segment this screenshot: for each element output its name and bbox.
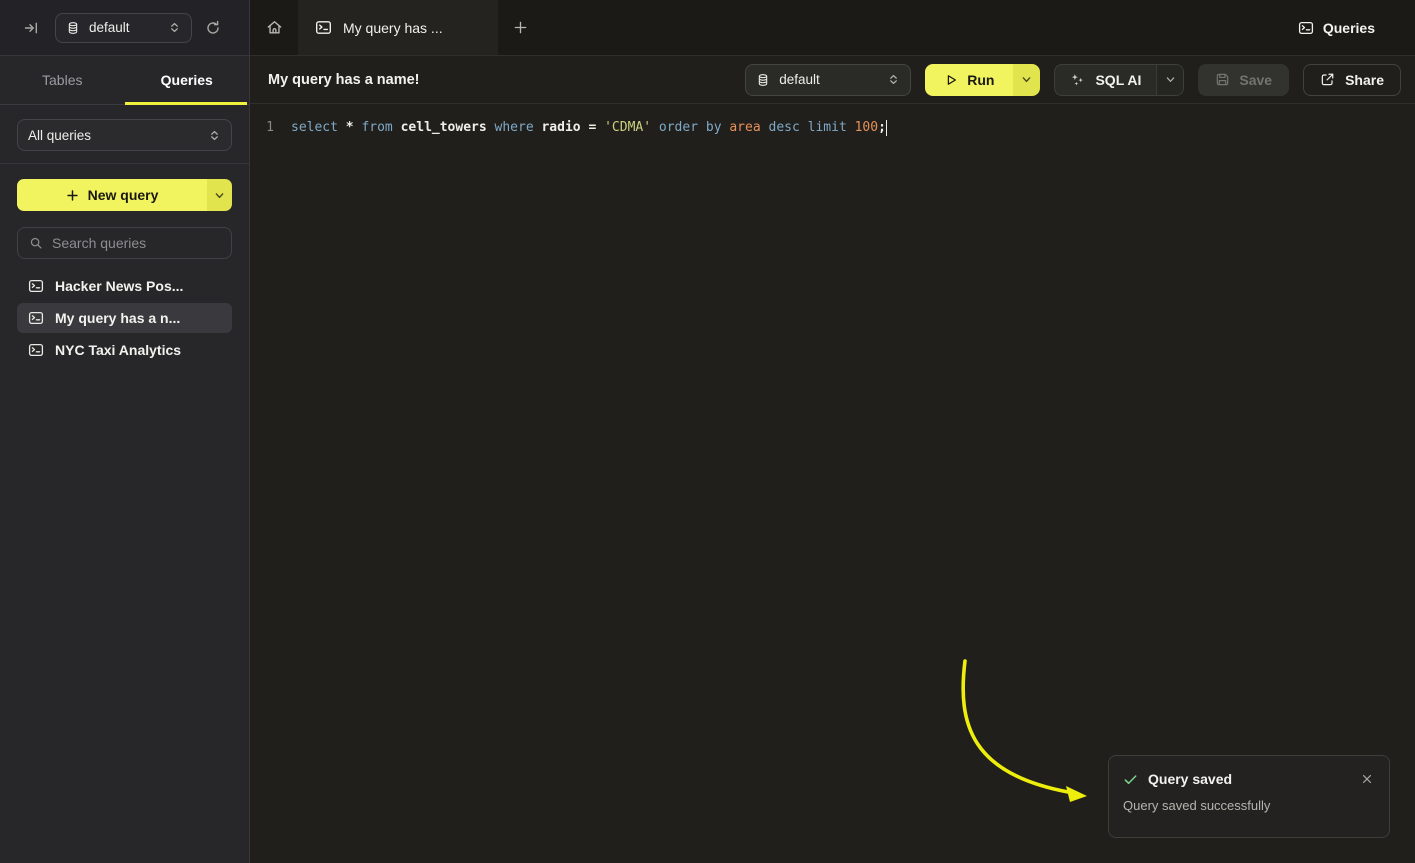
sql-editor[interactable]: 1 select * from cell_towers where radio … — [250, 104, 1415, 138]
new-query-label: New query — [88, 187, 159, 203]
query-tab[interactable]: My query has ... — [298, 0, 498, 55]
share-icon — [1320, 72, 1335, 87]
code-line-content: select * from cell_towers where radio = … — [291, 120, 886, 135]
check-icon — [1123, 772, 1138, 787]
collapse-sidebar-button[interactable] — [24, 20, 40, 36]
sidebar-tab-queries[interactable]: Queries — [125, 56, 250, 104]
new-tab-button[interactable] — [498, 0, 542, 55]
home-icon — [266, 19, 283, 36]
search-icon — [29, 236, 43, 250]
toast-title: Query saved — [1148, 771, 1349, 787]
query-list: Hacker News Pos... My query has a n... N… — [17, 271, 232, 365]
chevron-down-icon — [1165, 74, 1176, 85]
sidebar: Tables Queries All queries — [0, 56, 250, 863]
database-selector-value: default — [89, 20, 159, 35]
sidebar-divider — [0, 163, 249, 164]
text-cursor — [886, 120, 888, 136]
chevron-updown-icon — [208, 129, 221, 142]
new-query-button[interactable]: New query — [17, 179, 207, 211]
database-selector[interactable]: default — [55, 13, 192, 43]
query-filter-select[interactable]: All queries — [17, 119, 232, 151]
refresh-icon — [205, 20, 221, 36]
query-list-item-label: My query has a n... — [55, 310, 180, 326]
top-bar: default — [0, 0, 1415, 56]
toast-header: Query saved — [1123, 771, 1375, 787]
run-label: Run — [967, 72, 994, 88]
save-label: Save — [1239, 72, 1272, 88]
run-database-value: default — [779, 72, 878, 87]
database-icon — [66, 21, 80, 35]
share-label: Share — [1345, 72, 1384, 88]
sql-ai-split-button: SQL AI — [1054, 64, 1184, 96]
queries-menu-label: Queries — [1323, 20, 1375, 36]
terminal-icon — [28, 342, 44, 358]
run-caret-button[interactable] — [1013, 64, 1040, 96]
queries-menu-button[interactable]: Queries — [1298, 0, 1375, 55]
top-bar-right: My query has ... Queries — [250, 0, 1415, 56]
toast-message: Query saved successfully — [1123, 798, 1375, 813]
run-button[interactable]: Run — [925, 64, 1013, 96]
chevron-down-icon — [214, 190, 225, 201]
plus-icon — [513, 20, 528, 35]
play-icon — [944, 73, 958, 87]
chevron-updown-icon — [887, 73, 900, 86]
search-queries-input[interactable] — [52, 235, 220, 251]
plus-icon — [66, 189, 79, 202]
main-panel: My query has a name! default — [250, 56, 1415, 863]
top-bar-left: default — [0, 0, 250, 56]
toast-notification: Query saved Query saved successfully — [1108, 755, 1390, 838]
query-list-item[interactable]: Hacker News Pos... — [17, 271, 232, 301]
chevron-updown-icon — [168, 21, 181, 34]
sql-ai-button[interactable]: SQL AI — [1055, 65, 1156, 95]
close-icon — [1361, 773, 1373, 785]
query-tab-label: My query has ... — [343, 20, 443, 36]
run-split-button: Run — [925, 64, 1040, 96]
save-icon — [1215, 72, 1230, 87]
home-button[interactable] — [250, 0, 298, 55]
query-list-item[interactable]: My query has a n... — [17, 303, 232, 333]
sidebar-tabs: Tables Queries — [0, 56, 249, 105]
refresh-button[interactable] — [205, 20, 221, 36]
sparkles-icon — [1070, 72, 1085, 87]
query-title: My query has a name! — [268, 72, 420, 88]
code-line: 1 select * from cell_towers where radio … — [250, 117, 1415, 138]
chevron-down-icon — [1021, 74, 1032, 85]
query-filter-value: All queries — [28, 128, 199, 143]
query-list-item[interactable]: NYC Taxi Analytics — [17, 335, 232, 365]
database-icon — [756, 73, 770, 87]
terminal-icon — [28, 278, 44, 294]
sidebar-tab-tables[interactable]: Tables — [0, 56, 125, 104]
terminal-icon — [28, 310, 44, 326]
sql-ai-caret-button[interactable] — [1156, 65, 1183, 95]
toast-close-button[interactable] — [1359, 773, 1375, 785]
share-button[interactable]: Share — [1303, 64, 1401, 96]
query-toolbar: My query has a name! default — [250, 56, 1415, 104]
query-list-item-label: Hacker News Pos... — [55, 278, 183, 294]
search-queries-box — [17, 227, 232, 259]
run-database-selector[interactable]: default — [745, 64, 911, 96]
save-button[interactable]: Save — [1198, 64, 1289, 96]
line-number: 1 — [250, 120, 274, 135]
sidebar-body: All queries New query — [0, 105, 249, 365]
collapse-sidebar-icon — [24, 20, 40, 36]
sql-console-app: default — [0, 0, 1415, 863]
sql-ai-label: SQL AI — [1095, 72, 1141, 88]
new-query-caret-button[interactable] — [207, 179, 232, 211]
terminal-icon — [1298, 20, 1314, 36]
query-list-item-label: NYC Taxi Analytics — [55, 342, 181, 358]
new-query-split-button: New query — [17, 179, 232, 211]
terminal-icon — [315, 19, 332, 36]
